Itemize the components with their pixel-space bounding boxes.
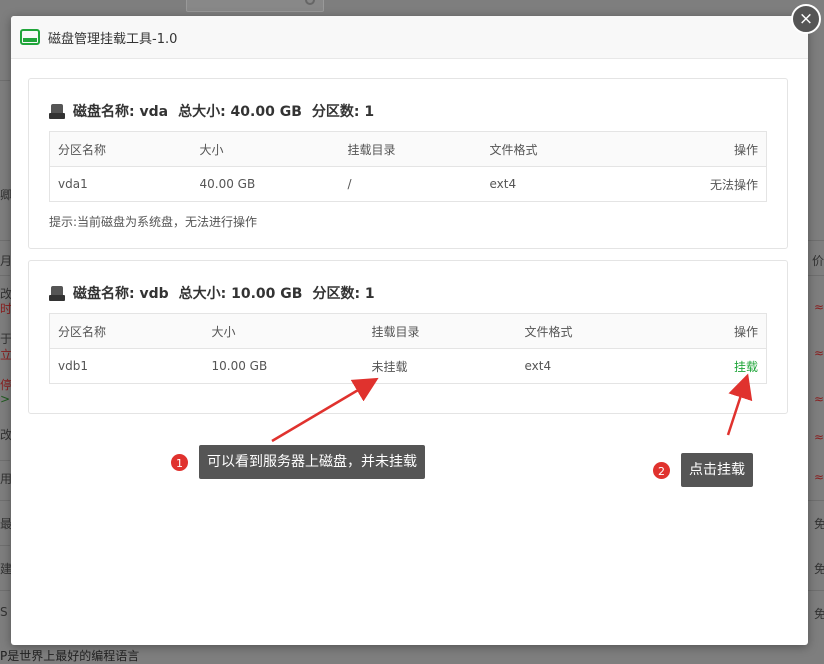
background-divider bbox=[0, 275, 10, 276]
background-divider bbox=[0, 545, 10, 546]
column-header: 挂载目录 bbox=[339, 131, 482, 167]
table-row: vda1 40.00 GB / ext4 无法操作 bbox=[50, 167, 767, 202]
column-header: 文件格式 bbox=[516, 313, 670, 349]
annotation-callout-1: 可以看到服务器上磁盘，并未挂载 bbox=[199, 445, 425, 479]
background-text: ≈ bbox=[814, 392, 824, 406]
background-text: 价 bbox=[812, 254, 824, 268]
column-header: 大小 bbox=[203, 313, 364, 349]
disk-total-size: 总大小: 10.00 GB bbox=[178, 286, 303, 302]
background-text: S bbox=[0, 605, 8, 619]
dialog-title: 磁盘管理挂载工具-1.0 bbox=[48, 31, 178, 47]
annotation-badge-2: 2 bbox=[652, 461, 671, 480]
annotation-badge-1: 1 bbox=[170, 453, 189, 472]
background-divider bbox=[0, 500, 10, 501]
table-row: vdb1 10.00 GB 未挂载 ext4 挂载 bbox=[50, 349, 767, 384]
background-text: ≈ bbox=[814, 430, 824, 444]
disk-icon bbox=[49, 285, 65, 301]
partition-table: 分区名称 大小 挂载目录 文件格式 操作 vdb1 10.00 GB 未挂载 e… bbox=[49, 313, 767, 384]
action-unavailable: 无法操作 bbox=[709, 177, 758, 192]
background-text: 免 bbox=[814, 607, 824, 621]
column-header: 大小 bbox=[191, 131, 340, 167]
background-divider bbox=[0, 80, 10, 81]
background-divider bbox=[0, 590, 10, 591]
search-icon bbox=[305, 0, 315, 5]
column-header: 分区名称 bbox=[49, 131, 192, 167]
column-header: 分区名称 bbox=[49, 313, 204, 349]
background-text: ≈ bbox=[814, 346, 824, 360]
disk-partition-count: 分区数: 1 bbox=[311, 104, 375, 120]
disk-mount-dialog: 磁盘管理挂载工具-1.0 磁盘名称: vda 总大小: 40.00 GB 分区数… bbox=[11, 16, 808, 645]
column-header: 文件格式 bbox=[481, 131, 624, 167]
column-header: 挂载目录 bbox=[363, 313, 517, 349]
background-text: 免 bbox=[814, 562, 824, 576]
disk-name: 磁盘名称: vda bbox=[73, 104, 169, 120]
partition-table: 分区名称 大小 挂载目录 文件格式 操作 vda1 40.00 GB / ext… bbox=[49, 131, 767, 202]
background-text: ≈ bbox=[814, 300, 824, 314]
disk-icon bbox=[49, 103, 65, 119]
table-header-row: 分区名称 大小 挂载目录 文件格式 操作 bbox=[49, 131, 767, 167]
column-header: 操作 bbox=[669, 313, 767, 349]
partition-size: 40.00 GB bbox=[199, 177, 256, 191]
background-divider bbox=[808, 240, 824, 241]
disk-card-vda: 磁盘名称: vda 总大小: 40.00 GB 分区数: 1 分区名称 大小 挂… bbox=[28, 78, 788, 249]
mount-button[interactable]: 挂载 bbox=[734, 360, 758, 374]
annotation-callout-2: 点击挂载 bbox=[681, 453, 753, 487]
background-footer-text: P是世界上最好的编程语言 bbox=[0, 649, 140, 663]
column-header: 操作 bbox=[623, 131, 767, 167]
partition-size: 10.00 GB bbox=[211, 359, 268, 373]
partition-name: vda1 bbox=[58, 177, 88, 191]
dialog-header: 磁盘管理挂载工具-1.0 bbox=[11, 16, 808, 59]
file-system: ext4 bbox=[489, 177, 517, 191]
mount-status-unmounted: 未挂载 bbox=[371, 359, 408, 374]
disk-card-vdb: 磁盘名称: vdb 总大小: 10.00 GB 分区数: 1 分区名称 大小 挂… bbox=[28, 260, 788, 414]
background-search-box bbox=[186, 0, 324, 12]
disk-title: 磁盘名称: vda 总大小: 40.00 GB 分区数: 1 bbox=[49, 101, 374, 121]
background-divider bbox=[808, 590, 824, 591]
file-system: ext4 bbox=[524, 359, 552, 373]
disk-partition-count: 分区数: 1 bbox=[312, 286, 375, 302]
background-text: > bbox=[0, 392, 11, 406]
background-text: ≈ bbox=[814, 470, 824, 484]
background-divider bbox=[808, 500, 824, 501]
close-button[interactable]: × bbox=[791, 4, 821, 34]
mount-directory: / bbox=[347, 177, 352, 191]
disk-title: 磁盘名称: vdb 总大小: 10.00 GB 分区数: 1 bbox=[49, 283, 375, 303]
partition-name: vdb1 bbox=[58, 359, 88, 373]
disk-name: 磁盘名称: vdb bbox=[73, 286, 169, 302]
table-header-row: 分区名称 大小 挂载目录 文件格式 操作 bbox=[49, 313, 767, 349]
disk-total-size: 总大小: 40.00 GB bbox=[178, 104, 302, 120]
background-text: 免 bbox=[814, 517, 824, 531]
background-divider bbox=[0, 240, 10, 241]
system-disk-hint: 提示:当前磁盘为系统盘，无法进行操作 bbox=[49, 215, 258, 229]
hard-drive-icon bbox=[20, 29, 40, 45]
background-divider bbox=[0, 460, 10, 461]
background-divider bbox=[808, 275, 824, 276]
